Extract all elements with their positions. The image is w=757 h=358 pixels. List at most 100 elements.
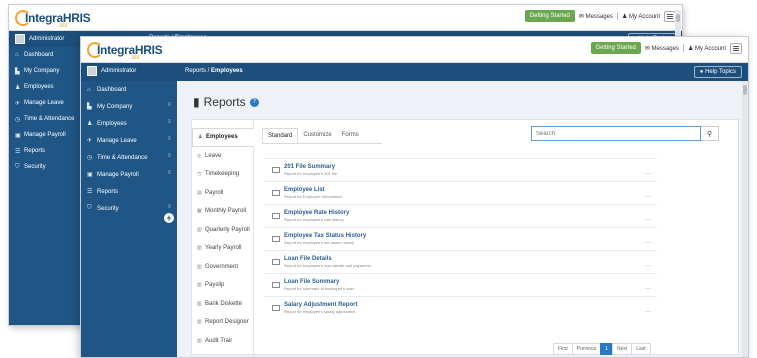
- back-sidebar-item-employees[interactable]: ♟ Employees: [9, 79, 87, 95]
- user-icon: ♟: [687, 45, 695, 52]
- category-employees[interactable]: ♟ Employees: [192, 128, 254, 147]
- category-label: Employees: [206, 134, 238, 141]
- back-sidebar-item-reports[interactable]: ☰ Reports: [9, 143, 87, 159]
- report-title[interactable]: Employee List: [284, 187, 342, 194]
- sidebar-item-label: My Company: [24, 68, 60, 74]
- sidebar-toggle-icon[interactable]: +: [163, 212, 175, 224]
- tab-customize[interactable]: Customize: [298, 128, 336, 143]
- page-previous-button[interactable]: Previous: [571, 343, 602, 355]
- expand-icon[interactable]: ≡: [167, 204, 171, 210]
- report-row[interactable]: r Salary Adjustment ReportReport for empl…: [264, 296, 657, 319]
- sidebar-item-manage-leave[interactable]: ✈ Manage Leave ≡: [81, 132, 177, 149]
- my-account-link[interactable]: ♟ My Account: [688, 45, 726, 52]
- category-timekeeping[interactable]: ◷ Timekeeping: [192, 165, 253, 184]
- back-sidebar-item-time-attendance[interactable]: ◷ Time & Attendance: [9, 111, 87, 127]
- page-title-text: Reports: [203, 95, 246, 109]
- category-quarterly-payroll[interactable]: ▥ Quarterly Payroll: [192, 221, 253, 240]
- breadcrumb-current: Employees: [211, 68, 243, 74]
- avatar: [15, 34, 25, 44]
- category-bank-diskette[interactable]: ▥ Bank Diskette: [192, 295, 253, 314]
- category-government[interactable]: ▥ Government: [192, 258, 253, 277]
- report-title[interactable]: 201 File Summary: [284, 164, 337, 171]
- report-row[interactable]: r 201 File SummaryReport for employee's 2…: [264, 158, 657, 181]
- sidebar-item-label: Manage Leave: [97, 137, 137, 144]
- report-row[interactable]: r Loan File DetailsReport for employee's …: [264, 250, 657, 273]
- user-icon: ♟: [621, 13, 629, 20]
- more-icon[interactable]: …: [645, 193, 651, 199]
- sidebar-item-label: Reports: [24, 148, 46, 154]
- front-scrollbar[interactable]: [742, 81, 748, 357]
- more-icon[interactable]: …: [645, 285, 651, 291]
- category-label: Yearly Payroll: [205, 245, 242, 252]
- sidebar-item-reports[interactable]: ☰ Reports: [81, 183, 177, 200]
- category-report-designer[interactable]: ▥ Report Designer: [192, 313, 253, 332]
- category-audit-trail[interactable]: ▥ Audit Trail: [192, 332, 253, 351]
- more-icon[interactable]: …: [645, 170, 651, 176]
- nav-user[interactable]: Administrator: [87, 66, 136, 76]
- page-first-button[interactable]: First: [553, 343, 573, 355]
- back-sidebar-item-my-company[interactable]: ▙ My Company: [9, 63, 87, 79]
- expand-icon[interactable]: ≡: [167, 119, 171, 125]
- more-icon[interactable]: …: [645, 308, 651, 314]
- back-sidebar-item-dashboard[interactable]: ⌂ Dashboard: [9, 47, 87, 63]
- scrollbar-thumb[interactable]: [676, 14, 680, 22]
- breadcrumb-parent[interactable]: Reports: [185, 68, 206, 74]
- back-sidebar-item-manage-leave[interactable]: ✈ Manage Leave: [9, 95, 87, 111]
- report-icon: r: [272, 305, 280, 311]
- report-row[interactable]: r Loan File SummaryReport for summary of …: [264, 273, 657, 296]
- getting-started-button[interactable]: Getting Started: [590, 42, 641, 54]
- messages-link[interactable]: ✉ Messages: [645, 45, 679, 52]
- back-my-account-link[interactable]: ♟ My Account: [622, 13, 660, 20]
- tab-standard[interactable]: Standard: [262, 128, 299, 143]
- back-messages-link[interactable]: ✉ Messages: [579, 13, 613, 20]
- category-leave[interactable]: ◎ Leave: [192, 147, 253, 166]
- divider: [682, 44, 684, 52]
- back-getting-started-button[interactable]: Getting Started: [524, 10, 575, 22]
- report-title[interactable]: Employee Tax Status History: [284, 233, 366, 240]
- search-input[interactable]: [531, 126, 701, 141]
- category-payslip[interactable]: ▥ Payslip: [192, 276, 253, 295]
- back-sidebar-item-security[interactable]: ⛉ Security: [9, 159, 87, 175]
- report-row[interactable]: r Employee Tax Status HistoryReport for e…: [264, 227, 657, 250]
- sidebar-item-label: Employees: [97, 120, 127, 127]
- page-last-button[interactable]: Last: [631, 343, 651, 355]
- search-icon[interactable]: ⚲: [701, 126, 719, 141]
- help-topics-button[interactable]: ● Help Topics: [693, 66, 742, 78]
- expand-icon[interactable]: ≡: [167, 102, 171, 108]
- front-topbar: IntegraHRIS 365 Getting Started ✉ Messag…: [81, 37, 748, 63]
- tab-forms[interactable]: Forms: [337, 128, 364, 143]
- sidebar-item-dashboard[interactable]: ⌂ Dashboard: [81, 81, 177, 98]
- page-next-button[interactable]: Next: [611, 343, 633, 355]
- more-icon[interactable]: …: [645, 216, 651, 222]
- menu-icon[interactable]: [730, 42, 742, 54]
- more-icon[interactable]: …: [645, 239, 651, 245]
- back-top-actions: Getting Started ✉ Messages ♟ My Account: [524, 10, 676, 22]
- report-title[interactable]: Salary Adjustment Report: [284, 302, 357, 309]
- expand-icon[interactable]: ≡: [167, 136, 171, 142]
- category-payroll[interactable]: ▤ Payroll: [192, 184, 253, 203]
- back-logo[interactable]: IntegraHRIS 365: [15, 8, 91, 29]
- report-row[interactable]: r Employee ListReport for Employee Inform…: [264, 181, 657, 204]
- expand-icon[interactable]: ≡: [167, 170, 171, 176]
- expand-icon[interactable]: ≡: [167, 153, 171, 159]
- sidebar-item-time-attendance[interactable]: ◷ Time & Attendance ≡: [81, 149, 177, 166]
- envelope-icon: ✉: [644, 45, 652, 52]
- category-yearly-payroll[interactable]: ▥ Yearly Payroll: [192, 239, 253, 258]
- front-logo[interactable]: IntegraHRIS 365: [87, 40, 163, 61]
- reports-panel: ♟ Employees ◎ Leave ◷ Timekeeping ▤ Payroll …: [191, 119, 739, 356]
- scrollbar-thumb[interactable]: [743, 85, 747, 95]
- report-title[interactable]: Loan File Summary: [284, 279, 354, 286]
- report-tabs: Standard Customize Forms: [262, 128, 382, 144]
- help-icon[interactable]: ?: [249, 97, 259, 107]
- back-sidebar-item-manage-payroll[interactable]: ▣ Manage Payroll: [9, 127, 87, 143]
- sidebar-item-my-company[interactable]: ▙ My Company ≡: [81, 98, 177, 115]
- sidebar-item-manage-payroll[interactable]: ▣ Manage Payroll ≡: [81, 166, 177, 183]
- sidebar-item-label: Employees: [24, 84, 54, 90]
- report-title[interactable]: Employee Rate History: [284, 210, 349, 217]
- sidebar-item-employees[interactable]: ♟ Employees ≡: [81, 115, 177, 132]
- back-nav-user[interactable]: Administrator: [15, 34, 64, 44]
- report-title[interactable]: Loan File Details: [284, 256, 371, 263]
- category-monthly-payroll[interactable]: ▦ Monthly Payroll: [192, 202, 253, 221]
- report-row[interactable]: r Employee Rate HistoryReport for employe…: [264, 204, 657, 227]
- more-icon[interactable]: …: [645, 262, 651, 268]
